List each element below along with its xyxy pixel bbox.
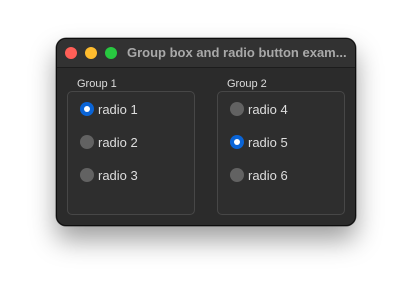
group-1-label: Group 1 [77, 78, 117, 90]
radio-button[interactable] [80, 135, 94, 149]
radio-label: radio 2 [98, 134, 138, 150]
radio-button[interactable] [230, 168, 244, 182]
radio-label: radio 3 [98, 167, 138, 183]
radio-label: radio 4 [248, 101, 288, 117]
radio-option-6[interactable]: radio 6 [230, 166, 288, 184]
group-box-1: radio 1 radio 2 radio 3 [67, 91, 195, 215]
radio-option-3[interactable]: radio 3 [80, 166, 138, 184]
title-bar[interactable]: Group box and radio button exam... [57, 39, 355, 68]
radio-button[interactable] [80, 102, 94, 116]
maximize-button[interactable] [105, 47, 117, 59]
window-title: Group box and radio button exam... [127, 45, 347, 60]
group-2-label: Group 2 [227, 78, 267, 90]
close-button[interactable] [65, 47, 77, 59]
minimize-button[interactable] [85, 47, 97, 59]
radio-button[interactable] [80, 168, 94, 182]
radio-label: radio 6 [248, 167, 288, 183]
radio-button[interactable] [230, 135, 244, 149]
radio-label: radio 1 [98, 101, 138, 117]
radio-option-5[interactable]: radio 5 [230, 133, 288, 151]
group-box-2: radio 4 radio 5 radio 6 [217, 91, 345, 215]
radio-button[interactable] [230, 102, 244, 116]
radio-label: radio 5 [248, 134, 288, 150]
radio-option-4[interactable]: radio 4 [230, 100, 288, 118]
radio-option-1[interactable]: radio 1 [80, 100, 138, 118]
radio-option-2[interactable]: radio 2 [80, 133, 138, 151]
app-window: Group box and radio button exam... Group… [56, 38, 356, 226]
